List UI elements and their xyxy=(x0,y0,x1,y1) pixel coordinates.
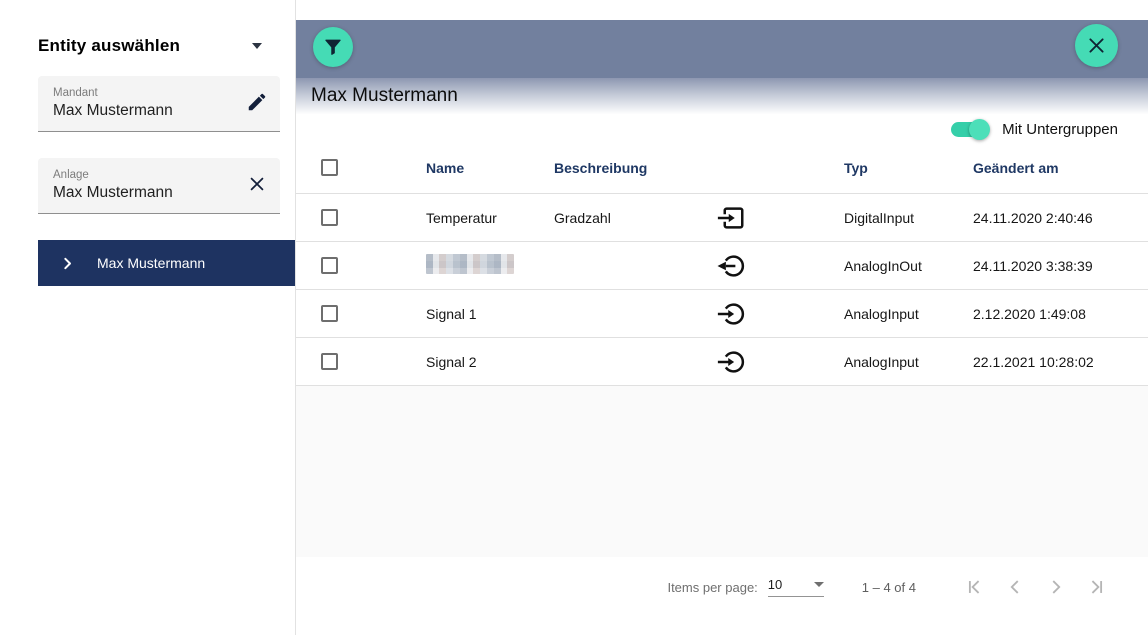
panel-toolbar xyxy=(296,20,1148,78)
column-header-beschreibung[interactable]: Beschreibung xyxy=(554,160,716,176)
items-per-page-value: 10 xyxy=(768,577,782,592)
table-empty-area xyxy=(296,386,1148,557)
column-header-name[interactable]: Name xyxy=(426,160,554,176)
cell-typ: AnalogInput xyxy=(844,354,973,370)
table-row[interactable]: Signal 2 AnalogInput22.1.2021 10:28:02 xyxy=(296,338,1148,386)
mandant-value: Max Mustermann xyxy=(53,102,240,120)
close-panel-button[interactable] xyxy=(1075,24,1118,67)
analog-in-out-icon xyxy=(716,251,844,281)
cell-name: Signal 2 xyxy=(426,354,554,370)
items-per-page-label: Items per page: xyxy=(667,580,757,595)
chevron-right-icon xyxy=(60,256,75,271)
analog-input-icon xyxy=(716,347,844,377)
cell-geaendert-am: 24.11.2020 3:38:39 xyxy=(973,258,1148,274)
select-all-checkbox[interactable] xyxy=(321,159,338,176)
cell-name: Signal 1 xyxy=(426,306,554,322)
tree-item-label: Max Mustermann xyxy=(97,255,205,271)
digital-input-icon xyxy=(716,203,844,233)
entity-table-panel: Max Mustermann Mit Untergruppen Name Bes… xyxy=(295,0,1148,635)
anlage-field[interactable]: Anlage Max Mustermann xyxy=(38,158,280,214)
sidebar-title: Entity auswählen xyxy=(38,36,180,56)
cell-typ: AnalogInput xyxy=(844,306,973,322)
cell-geaendert-am: 2.12.2020 1:49:08 xyxy=(973,306,1148,322)
table-row[interactable]: Signal 1 AnalogInput2.12.2020 1:49:08 xyxy=(296,290,1148,338)
panel-title: Max Mustermann xyxy=(311,85,1148,107)
cell-name xyxy=(426,254,554,277)
cell-name: Temperatur xyxy=(426,210,554,226)
previous-page-button[interactable] xyxy=(1003,575,1027,599)
items-per-page-select[interactable]: 10 xyxy=(768,577,824,597)
column-header-geaendert-am[interactable]: Geändert am xyxy=(973,160,1148,176)
app-window: Entity auswählen Mandant Max Mustermann … xyxy=(0,0,1148,635)
column-header-typ[interactable]: Typ xyxy=(844,160,973,176)
paginator: Items per page: 10 1 – 4 of 4 xyxy=(296,557,1148,635)
sidebar-header: Entity auswählen xyxy=(38,36,280,56)
next-page-button[interactable] xyxy=(1044,575,1068,599)
table-header-row: Name Beschreibung Typ Geändert am xyxy=(296,142,1148,194)
cell-geaendert-am: 22.1.2021 10:28:02 xyxy=(973,354,1148,370)
row-checkbox[interactable] xyxy=(321,305,338,322)
last-page-button[interactable] xyxy=(1085,575,1109,599)
table-row[interactable]: TemperaturGradzahl DigitalInput24.11.2020… xyxy=(296,194,1148,242)
mandant-field[interactable]: Mandant Max Mustermann xyxy=(38,76,280,132)
first-page-button[interactable] xyxy=(962,575,986,599)
filter-funnel-icon xyxy=(322,36,344,58)
pencil-icon xyxy=(246,91,268,116)
row-checkbox[interactable] xyxy=(321,209,338,226)
cell-beschreibung: Gradzahl xyxy=(554,210,716,226)
entity-sidebar: Entity auswählen Mandant Max Mustermann … xyxy=(0,0,295,635)
mandant-label: Mandant xyxy=(53,87,240,99)
cell-typ: DigitalInput xyxy=(844,210,973,226)
cell-typ: AnalogInOut xyxy=(844,258,973,274)
row-checkbox[interactable] xyxy=(321,353,338,370)
censored-name xyxy=(426,254,514,274)
cell-geaendert-am: 24.11.2020 2:40:46 xyxy=(973,210,1148,226)
filter-button[interactable] xyxy=(313,27,353,67)
close-icon xyxy=(247,174,267,197)
close-icon xyxy=(1086,35,1107,56)
anlage-label: Anlage xyxy=(53,169,240,181)
select-caret-icon xyxy=(814,582,824,587)
page-range-label: 1 – 4 of 4 xyxy=(862,580,916,595)
tree-item-max-mustermann[interactable]: Max Mustermann xyxy=(38,240,295,286)
toggle-thumb xyxy=(969,119,990,140)
anlage-value: Max Mustermann xyxy=(53,184,240,202)
row-checkbox[interactable] xyxy=(321,257,338,274)
edit-mandant-button[interactable] xyxy=(244,91,270,117)
toggle-row: Mit Untergruppen xyxy=(296,116,1148,142)
collapse-caret-icon[interactable] xyxy=(252,43,262,49)
clear-anlage-button[interactable] xyxy=(244,173,270,199)
untergruppen-toggle[interactable] xyxy=(951,122,988,137)
table-row[interactable]: AnalogInOut24.11.2020 3:38:39 xyxy=(296,242,1148,290)
toggle-label: Mit Untergruppen xyxy=(1002,121,1118,138)
analog-input-icon xyxy=(716,299,844,329)
title-band: Max Mustermann xyxy=(296,78,1148,116)
